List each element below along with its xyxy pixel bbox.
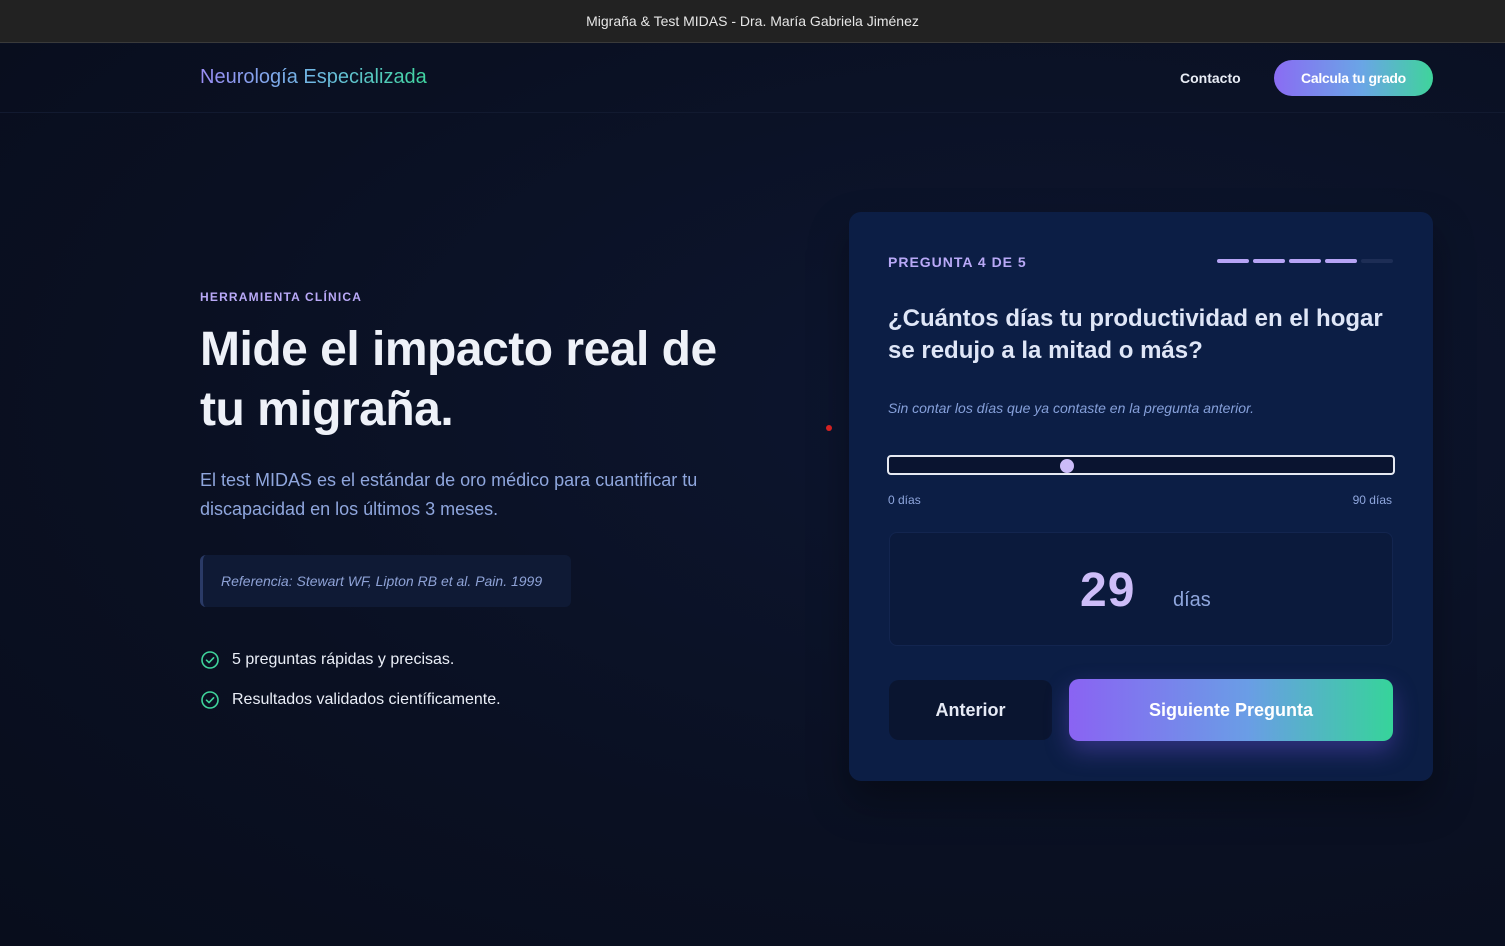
site-logo[interactable]: Neurología Especializada xyxy=(200,66,427,89)
quiz-card: PREGUNTA 4 DE 5 ¿Cuántos días tu product… xyxy=(849,212,1433,781)
question-text: ¿Cuántos días tu productividad en el hog… xyxy=(888,305,1383,364)
next-question-button[interactable]: Siguiente Pregunta xyxy=(1069,679,1393,741)
slider-thumb[interactable] xyxy=(1060,459,1075,473)
check-circle-icon xyxy=(201,691,219,709)
calculate-grade-button[interactable]: Calcula tu grado xyxy=(1274,60,1433,96)
cursor-dot xyxy=(826,425,832,431)
slider-min-label: 0 días xyxy=(888,493,921,507)
days-unit: días xyxy=(1173,589,1211,611)
progress-segment xyxy=(1289,259,1321,263)
check-circle-icon xyxy=(201,651,219,669)
feature-text: Resultados validados científicamente. xyxy=(232,691,501,708)
previous-button[interactable]: Anterior xyxy=(889,680,1052,740)
progress-segment xyxy=(1361,259,1393,263)
progress-segment xyxy=(1253,259,1285,263)
question-hint: Sin contar los días que ya contaste en l… xyxy=(888,400,1255,416)
value-display: 29 días xyxy=(889,532,1393,646)
window-titlebar: Migraña & Test MIDAS - Dra. María Gabrie… xyxy=(0,0,1505,43)
progress-segment xyxy=(1325,259,1357,263)
progress-segment xyxy=(1217,259,1249,263)
days-value: 29 xyxy=(1080,564,1136,617)
window-title: Migraña & Test MIDAS - Dra. María Gabrie… xyxy=(586,13,919,29)
feature-item: 5 preguntas rápidas y precisas. xyxy=(200,640,501,680)
reference-quote: Referencia: Stewart WF, Lipton RB et al.… xyxy=(200,555,571,607)
question-step-label: PREGUNTA 4 DE 5 xyxy=(888,254,1027,270)
feature-item: Resultados validados científicamente. xyxy=(200,680,501,720)
hero-headline: Mide el impacto real de tu migraña. xyxy=(200,323,717,436)
days-slider[interactable] xyxy=(887,455,1395,475)
slider-max-label: 90 días xyxy=(1352,493,1392,507)
step-progress xyxy=(1217,259,1393,263)
feature-text: 5 preguntas rápidas y precisas. xyxy=(232,651,455,668)
reference-text: Referencia: Stewart WF, Lipton RB et al.… xyxy=(221,573,543,589)
feature-list: 5 preguntas rápidas y precisas. Resultad… xyxy=(200,640,501,720)
hero-eyebrow: HERRAMIENTA CLÍNICA xyxy=(200,290,363,304)
hero-lead: El test MIDAS es el estándar de oro médi… xyxy=(200,470,698,519)
nav-link-contact[interactable]: Contacto xyxy=(1180,70,1241,86)
navbar: Neurología Especializada Contacto Calcul… xyxy=(0,44,1505,113)
page: Neurología Especializada Contacto Calcul… xyxy=(0,44,1505,946)
